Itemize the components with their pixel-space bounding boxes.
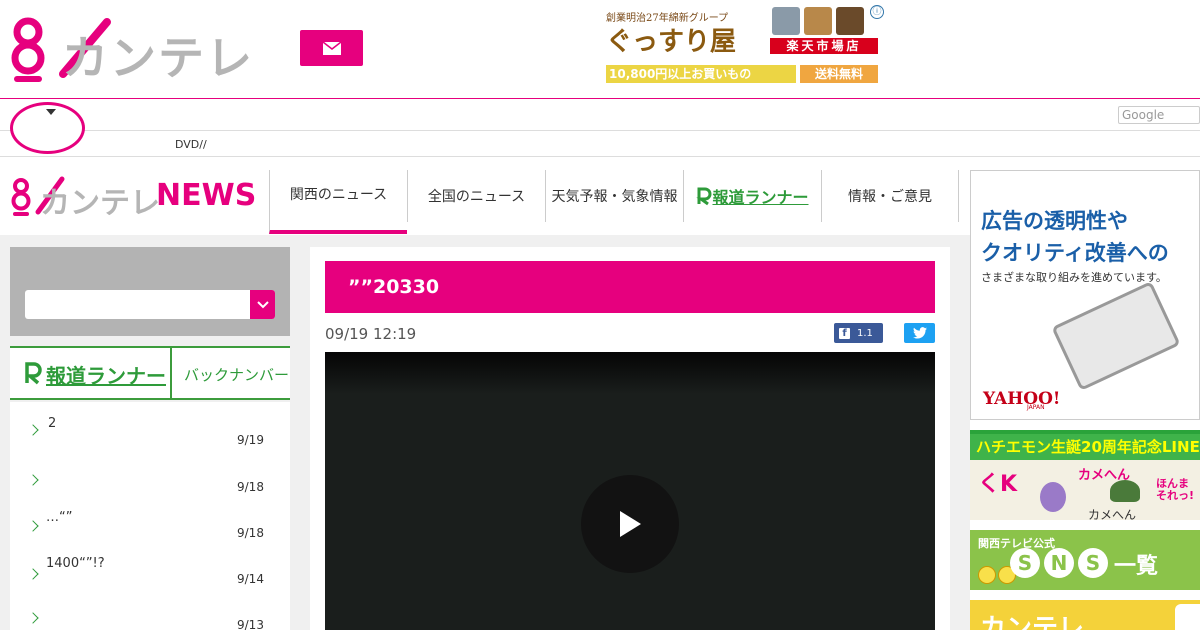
twitter-share-button[interactable] (904, 323, 935, 343)
hachiemon-line-ad[interactable]: ハチエモン生誕20周年記念LINE くK カメへん ほんま それっ! カメへん (970, 430, 1200, 522)
envelope-icon (322, 41, 341, 55)
runner-tabs: 報道ランナー バックナンバー (10, 346, 290, 400)
top-banner-ad[interactable]: 創業明治27年綿新グループ ぐっすり屋 楽天市場店 10,800円以上お買いもの… (606, 5, 884, 85)
mail-button[interactable] (300, 30, 363, 66)
facebook-icon: f (839, 327, 850, 339)
caret-down-icon (46, 109, 56, 115)
main-nav: 関西のニュース 全国のニュース 天気予報・気象情報 報道ランナー 情報・ご意見 (269, 170, 959, 234)
sns-letter: S (1010, 548, 1040, 578)
nav-info-opinion[interactable]: 情報・ご意見 (821, 170, 959, 222)
page: カンテレ 創業明治27年綿新グループ ぐっすり屋 楽天市場店 10,800円以上… (0, 0, 1200, 630)
sns-letter: N (1044, 548, 1074, 578)
chevron-down-icon (256, 300, 269, 308)
nav-kansai-news[interactable]: 関西のニュース (269, 170, 407, 234)
menu-dropdown-button[interactable] (10, 102, 85, 154)
video-top-shade (325, 352, 935, 394)
yahoo-ad-line2: クオリティ改善への (981, 241, 1169, 265)
ad-product-images (772, 7, 864, 37)
list-item-date: 9/19 (237, 433, 264, 447)
nav-label: 情報・ご意見 (848, 189, 932, 205)
list-item[interactable]: 9/13 (10, 586, 290, 630)
play-button[interactable] (581, 475, 679, 573)
ad-yellow-text: 10,800円以上お買いもの (606, 65, 796, 83)
list-item[interactable]: 2 9/19 (10, 402, 290, 448)
runner-tab-divider (170, 348, 172, 400)
runner-r-icon (25, 362, 42, 385)
kantele-ad-corner (1175, 604, 1200, 630)
article-date: 09/19 12:19 (325, 325, 417, 343)
dvd-link[interactable]: DVD// (175, 138, 207, 151)
yahoo-logo: YAHOO! (983, 389, 1061, 409)
ad-brand: ぐっすり屋 (606, 27, 737, 57)
list-item-date: 9/18 (237, 480, 264, 494)
yahoo-ad[interactable]: 広告の透明性や クオリティ改善への さまざまな取り組みを進めています。 YAHO… (970, 170, 1200, 420)
list-item[interactable]: 9/18 (10, 448, 290, 494)
bird-illustration (978, 566, 996, 584)
list-item[interactable]: …“” 9/18 (10, 494, 290, 540)
chevron-right-icon (27, 520, 39, 532)
kantele-8-logo-icon[interactable] (10, 14, 50, 84)
news-logo-text[interactable]: カンテレ (40, 178, 160, 222)
kamehen-caption: カメへん (1088, 508, 1137, 522)
tablet-illustration (1051, 281, 1181, 391)
chevron-right-icon (27, 424, 39, 436)
kantele-ad[interactable]: カンテレ (970, 600, 1200, 630)
chevron-right-icon (27, 474, 39, 486)
list-item-title: 2 (48, 416, 57, 431)
dvd-divider (0, 156, 1200, 157)
search-divider (0, 130, 1200, 131)
news-logo-news[interactable]: NEWS (156, 178, 256, 213)
runner-list: 2 9/19 9/18 …“” 9/18 1400“”!? 9/14 9/13 (10, 402, 290, 630)
google-search-input[interactable]: Google (1118, 106, 1200, 124)
facebook-share-button[interactable]: f 1.1 (834, 323, 883, 343)
list-item-title: 1400“”!? (46, 556, 105, 571)
nav-label: 関西のニュース (289, 187, 388, 203)
chevron-right-icon (27, 568, 39, 580)
hachiemon-banner-title: ハチエモン生誕20周年記念LINE (970, 434, 1200, 460)
hachiemon-k-text: くK (978, 472, 1018, 497)
yahoo-ad-line3: さまざまな取り組みを進めています。 (981, 271, 1167, 284)
runner-tab-label[interactable]: 報道ランナー (46, 360, 166, 389)
ad-info-icon[interactable]: ⓘ (870, 5, 884, 19)
video-player[interactable] (325, 352, 935, 630)
chevron-right-icon (27, 612, 39, 624)
facebook-share-count: 1.1 (857, 327, 873, 339)
nav-hodo-runner[interactable]: 報道ランナー (683, 170, 821, 222)
list-item-date: 9/18 (237, 526, 264, 540)
nav-weather[interactable]: 天気予報・気象情報 (545, 170, 683, 222)
nav-label: 全国のニュース (427, 189, 526, 205)
ad-badge: 楽天市場店 (770, 38, 878, 54)
turtle-illustration (1110, 480, 1140, 502)
nav-national-news[interactable]: 全国のニュース (407, 170, 545, 222)
sns-ichiran-text: 一覧 (1114, 554, 1159, 579)
twitter-bird-icon (912, 327, 927, 339)
sns-ad-top-text: 関西テレビ公式 (978, 537, 1055, 550)
play-icon (620, 511, 641, 537)
sns-letter: S (1078, 548, 1108, 578)
site-logo-text[interactable]: カンテレ (62, 22, 254, 88)
honma-text: ほんま それっ! (1156, 477, 1195, 502)
list-item-date: 9/14 (237, 572, 264, 586)
backnumber-tab[interactable]: バックナンバー (184, 364, 289, 385)
article-title: ””20330 (325, 261, 935, 313)
header-divider (0, 98, 1200, 99)
sns-list-ad[interactable]: 関西テレビ公式 S N S 一覧 (970, 530, 1200, 590)
kantele-ad-text: カンテレ (980, 614, 1085, 630)
yahoo-ad-line1: 広告の透明性や (981, 209, 1128, 233)
runner-r-icon (696, 187, 712, 206)
character-illustration (1040, 482, 1066, 512)
list-item[interactable]: 1400“”!? 9/14 (10, 540, 290, 586)
nav-label: 報道ランナー (712, 188, 809, 207)
list-item-title: …“” (46, 510, 73, 525)
ad-orange-text: 送料無料 (800, 65, 878, 83)
category-select-toggle[interactable] (250, 290, 275, 319)
list-item-date: 9/13 (237, 618, 264, 630)
yahoo-logo-sub: JAPAN (1027, 404, 1045, 411)
nav-label: 天気予報・気象情報 (551, 189, 678, 205)
category-select[interactable] (25, 290, 275, 319)
